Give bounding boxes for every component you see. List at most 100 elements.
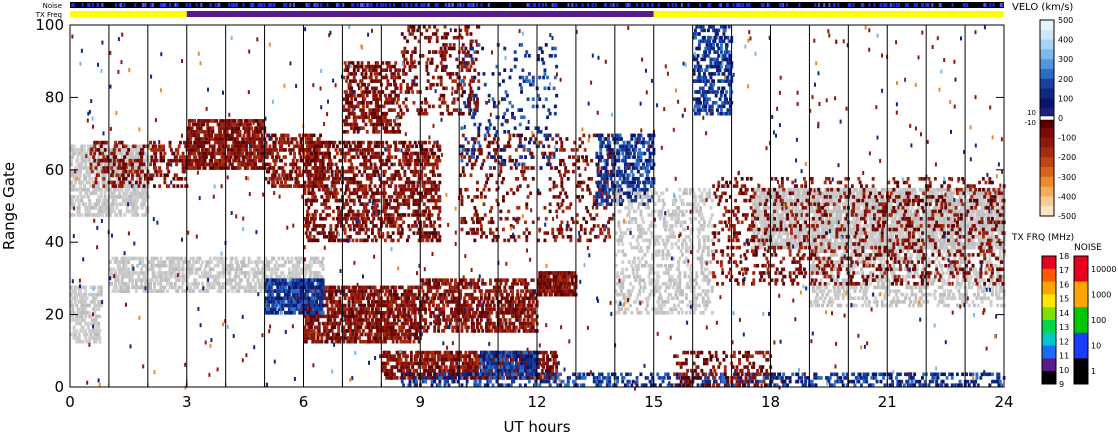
echo-cell: [77, 314, 81, 319]
noise-speckle: [646, 3, 649, 7]
echo-cell: [365, 90, 369, 94]
echo-cell: [219, 130, 223, 134]
echo-cell: [369, 187, 373, 192]
echo-cell: [425, 187, 429, 192]
echo-cell: [304, 332, 308, 337]
echo-cell: [233, 148, 237, 152]
echo-cell: [221, 137, 225, 141]
echo-cell: [77, 209, 81, 214]
echo-cell: [210, 260, 213, 264]
echo-cell: [337, 332, 341, 337]
echo-cell: [409, 289, 413, 293]
echo-cell: [364, 216, 368, 221]
echo-cell: [271, 151, 274, 156]
echo-cell: [320, 184, 324, 188]
echo-cell: [271, 155, 274, 159]
echo-cell: [372, 115, 376, 120]
echo-cell: [94, 166, 98, 170]
echo-cell: [120, 278, 124, 282]
echo-cell: [230, 263, 234, 268]
echo-cell: [89, 314, 93, 319]
noise-speckle: [629, 3, 631, 7]
echo-cell: [191, 263, 195, 268]
echo-cell: [227, 151, 230, 156]
noise-speckle: [422, 3, 425, 7]
echo-cell: [337, 289, 341, 293]
echo-cell: [93, 144, 97, 149]
echo-cell: [206, 162, 210, 167]
echo-cell: [238, 282, 242, 286]
echo-cell: [425, 235, 429, 239]
echo-cell: [160, 271, 164, 275]
echo-cell: [271, 173, 274, 177]
echo-cell: [282, 173, 286, 177]
echo-cell: [198, 166, 202, 170]
echo-cell: [99, 209, 103, 214]
echo-cell: [361, 68, 365, 72]
echo-cell: [308, 144, 312, 149]
echo-cell: [343, 155, 347, 159]
echo-cell: [119, 166, 123, 170]
echo-cell: [153, 140, 156, 145]
echo-cell: [416, 209, 420, 214]
echo-cell: [413, 303, 417, 308]
echo-cell: [267, 263, 271, 268]
echo-cell: [94, 206, 98, 210]
echo-cell: [175, 155, 178, 159]
echo-cell: [234, 140, 238, 145]
echo-cell: [136, 256, 140, 261]
echo-cell: [299, 140, 303, 145]
echo-cell: [437, 155, 440, 159]
echo-cell: [367, 209, 370, 214]
echo-cell: [124, 282, 128, 286]
echo-cell: [356, 296, 360, 301]
echo-cell: [386, 122, 390, 127]
echo-cell: [426, 158, 430, 163]
echo-cell: [422, 213, 426, 217]
noise-speckle: [762, 3, 765, 7]
echo-cell: [400, 311, 404, 315]
echo-cell: [195, 267, 199, 272]
echo-cell: [428, 216, 431, 221]
echo-cell: [199, 151, 203, 156]
echo-cell: [142, 162, 146, 167]
echo-cell: [350, 336, 354, 340]
echo-cell: [119, 282, 123, 286]
noise-speckle: [370, 3, 373, 7]
echo-cell: [411, 187, 415, 192]
echo-cell: [415, 202, 418, 206]
echo-cell: [363, 303, 367, 308]
echo-cell: [348, 82, 352, 87]
echo-cell: [112, 148, 116, 152]
echo-cell: [190, 162, 194, 167]
echo-cell: [343, 303, 347, 308]
echo-cell: [234, 126, 238, 130]
echo-cell: [293, 155, 296, 159]
echo-cell: [241, 151, 245, 156]
noise-speckle: [242, 3, 245, 7]
echo-cell: [80, 296, 84, 301]
echo-cell: [280, 144, 283, 149]
echo-cell: [426, 151, 430, 156]
echo-cell: [424, 195, 427, 199]
noise-speckle: [380, 3, 382, 7]
echo-cell: [343, 296, 347, 301]
echo-cell: [311, 238, 315, 243]
echo-cell: [123, 213, 127, 217]
echo-cell: [416, 169, 420, 174]
echo-cell: [359, 144, 363, 149]
echo-cell: [365, 191, 369, 196]
echo-cell: [374, 75, 378, 80]
echo-cell: [175, 162, 178, 167]
echo-cell: [321, 155, 325, 159]
noise-speckle: [534, 3, 536, 7]
echo-cell: [168, 144, 172, 149]
echo-cell: [204, 140, 208, 145]
echo-cell: [367, 285, 370, 290]
echo-cell: [72, 144, 76, 149]
echo-cell: [352, 111, 356, 116]
echo-cell: [256, 137, 260, 141]
echo-cell: [103, 148, 107, 152]
echo-cell: [85, 191, 89, 196]
echo-cell: [369, 177, 373, 181]
